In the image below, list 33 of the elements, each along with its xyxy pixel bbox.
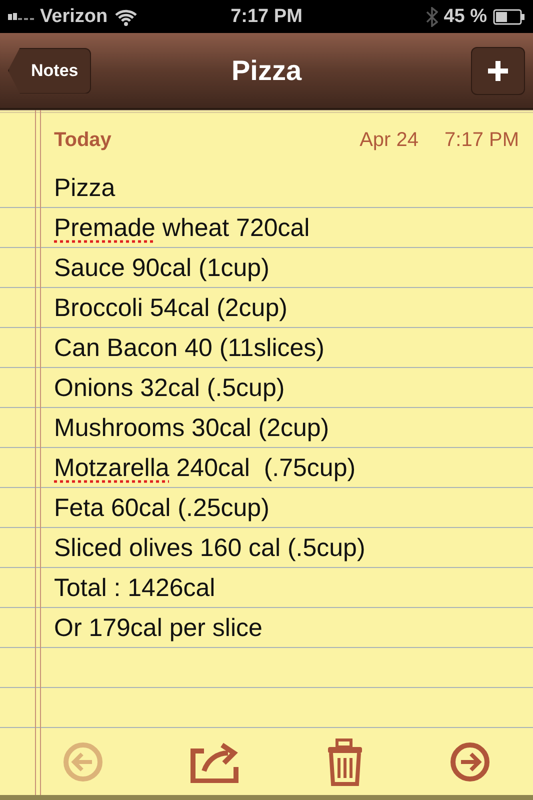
- note-line: Mushrooms 30cal (2cup): [54, 413, 330, 444]
- note-line: Total : 1426cal: [54, 573, 216, 604]
- note-line: Motzarella 240cal (.75cup): [54, 453, 357, 484]
- left-arrow-circle-icon: [63, 742, 104, 782]
- share-button[interactable]: [190, 740, 240, 782]
- bluetooth-icon: [426, 6, 438, 26]
- add-button[interactable]: [471, 46, 525, 94]
- battery-percent: 45 %: [444, 6, 487, 28]
- note-title: Pizza: [231, 54, 302, 86]
- note-line: Pizza: [54, 173, 116, 204]
- note-line: Feta 60cal (.25cup): [54, 493, 270, 524]
- right-arrow-circle-icon: [450, 742, 490, 782]
- trash-icon: [326, 738, 363, 786]
- next-button[interactable]: [450, 742, 490, 782]
- note-line: Or 179cal per slice: [54, 613, 264, 644]
- note-date: Apr 24: [360, 129, 419, 152]
- battery-icon: [493, 8, 525, 24]
- note-line: Sliced olives 160 cal (.5cup): [54, 533, 366, 564]
- note-line: Broccoli 54cal (2cup): [54, 293, 288, 324]
- note-time: 7:17 PM: [444, 129, 519, 152]
- wifi-icon: [114, 8, 138, 26]
- carrier-name: Verizon: [40, 6, 108, 28]
- plus-icon: [487, 60, 509, 82]
- share-icon: [190, 740, 240, 782]
- back-button[interactable]: Notes: [8, 48, 92, 94]
- signal-icon: [8, 12, 34, 20]
- note-line: Onions 32cal (.5cup): [54, 373, 286, 404]
- note-line: Premade wheat 720cal: [54, 213, 311, 244]
- status-time: 7:17 PM: [230, 6, 302, 28]
- note-line: Can Bacon 40 (11slices): [54, 333, 326, 364]
- note-line: Sauce 90cal (1cup): [54, 253, 270, 284]
- trash-button[interactable]: [326, 738, 363, 786]
- note-day: Today: [54, 129, 360, 152]
